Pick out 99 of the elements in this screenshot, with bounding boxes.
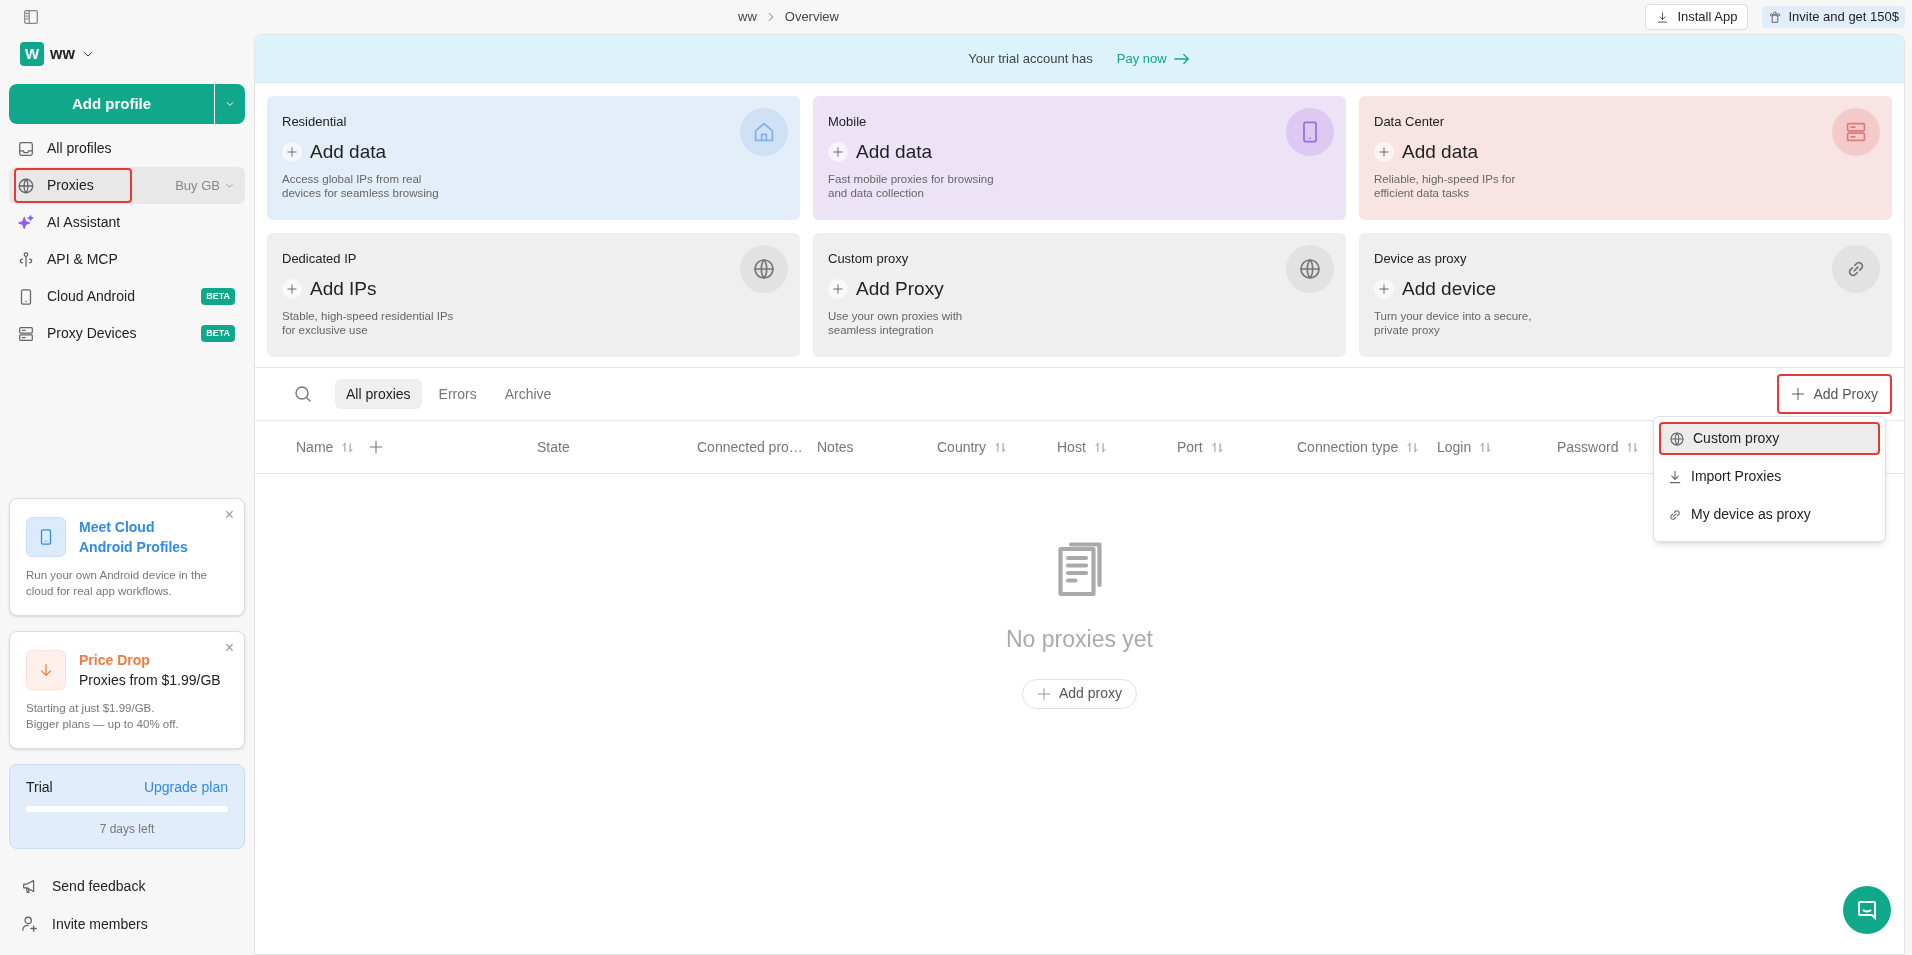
add-proxy-button[interactable]: Add Proxy [1777,374,1892,414]
person-add-icon [21,915,39,933]
beta-badge: BETA [201,324,235,343]
sort-icon [1626,440,1640,454]
sidebar-link[interactable]: Invite members [9,905,245,943]
plus-icon [1036,686,1051,701]
plus-icon [1374,278,1394,299]
workspace-name[interactable]: ww [50,42,75,66]
proxy-type-card[interactable]: Data Center Add data Reliable, high-speed IPs for efficient data tasks [1359,96,1892,220]
promo-subtitle: Proxies from $1.99/GB [79,671,221,690]
proxy-type-card[interactable]: Device as proxy Add device Turn your device into a secure, private proxy [1359,233,1892,357]
globe-icon [1669,430,1685,447]
plus-icon [282,278,302,299]
plus-icon [368,439,385,455]
card-title: Device as proxy [1374,250,1468,268]
breadcrumb-item[interactable]: ww [738,7,757,27]
sidebar-link[interactable]: Send feedback [9,867,245,905]
promo-title: Price Drop [79,651,151,670]
column-header: Notes [817,437,854,457]
banner-text: Your trial account has [968,49,1093,68]
trial-label: Trial [26,778,53,797]
column-header[interactable]: Login [1437,436,1472,458]
globe-icon [17,176,35,195]
promo-text: Starting at just $1.99/GB. Bigger plans — up to 40% off. [26,701,180,732]
card-description: Reliable, high-speed IPs for efficient data tasks [1374,172,1517,200]
add-action[interactable]: Add IPs [282,274,377,303]
column-header[interactable]: Host [1057,436,1086,458]
sort-icon [341,440,355,454]
card-description: Access global IPs from real devices for seamless browsing [282,172,440,200]
card-title: Residential [282,113,348,131]
column-header[interactable]: Connection type [1297,436,1399,458]
sort-icon [1479,440,1493,454]
workspace-avatar: W [20,42,44,66]
column-header[interactable]: Name [296,436,334,458]
beta-badge: BETA [201,287,235,306]
add-action[interactable]: Add data [1374,137,1479,166]
card-description: Stable, high-speed residential IPs for exclusive use [282,309,455,337]
plus-icon [282,141,302,162]
plus-icon [828,278,848,299]
proxy-type-card[interactable]: Custom proxy Add Proxy Use your own proxies with seamless integration [813,233,1346,357]
sidebar-item[interactable]: Proxy Devices BETA [9,315,245,352]
promo-title: Meet Cloud Android Profiles [79,518,188,557]
add-action[interactable]: Add Proxy [828,274,944,303]
empty-state-text: No proxies yet [1006,625,1153,654]
card-description: Turn your device into a secure, private proxy [1374,309,1533,337]
days-left: 7 days left [98,821,156,838]
sort-icon [1093,440,1107,454]
add-action[interactable]: Add data [282,137,387,166]
tab[interactable]: Archive [493,379,563,409]
proxy-type-card[interactable]: Residential Add data Access global IPs from real devices for seamless browsing [267,96,800,220]
tab[interactable]: Errors [427,379,488,409]
inbox-icon [17,139,35,158]
plus-icon [1791,387,1806,401]
sidebar-item[interactable]: API & MCP [9,241,245,278]
sort-icon [1406,440,1420,454]
api-icon [17,250,35,269]
plus-icon [828,141,848,162]
sort-icon [1210,440,1224,454]
invite-button[interactable]: Invite and get 150$ [1762,6,1905,28]
column-header: State [537,437,570,457]
install-app-button[interactable]: Install App [1645,4,1749,30]
column-header[interactable]: Port [1177,436,1203,458]
column-header[interactable]: Country [937,436,987,458]
column-header: Connected pro… [697,437,803,457]
card-title: Mobile [828,113,868,131]
server-icon [1844,120,1868,144]
sidebar-item[interactable]: Proxies Buy GB [9,167,245,204]
card-title: Custom proxy [828,250,910,268]
globe-icon [1298,257,1322,281]
add-action[interactable]: Add data [828,137,933,166]
globe-icon [752,257,776,281]
menu-item[interactable]: Custom proxy [1659,422,1880,455]
server-icon [17,324,35,343]
download-icon [1656,10,1670,24]
sparkle-icon [17,213,35,232]
house-icon [752,120,776,144]
plus-icon [1374,141,1394,162]
proxy-type-card[interactable]: Dedicated IP Add IPs Stable, high-speed residential IPs for exclusive use [267,233,800,357]
sidebar-item[interactable]: AI Assistant [9,204,245,241]
promo-text: Run your own Android device in the cloud for real app workflows. [26,568,208,599]
menu-item[interactable]: My device as proxy [1659,498,1880,531]
tab[interactable]: All proxies [335,379,422,409]
menu-item[interactable]: Import Proxies [1659,460,1880,493]
card-title: Dedicated IP [282,250,358,268]
chat-icon [1856,899,1878,921]
card-title: Data Center [1374,113,1446,131]
search-icon [293,384,313,404]
add-action[interactable]: Add device [1374,274,1496,303]
sidebar-item[interactable]: Cloud Android BETA [9,278,245,315]
card-description: Use your own proxies with seamless integration [828,309,964,337]
download-icon [1667,468,1683,485]
sort-icon [994,440,1008,454]
card-description: Fast mobile proxies for browsing and data collection [828,172,995,200]
column-header[interactable]: Password [1557,436,1619,458]
proxy-type-card[interactable]: Mobile Add data Fast mobile proxies for browsing and data collection [813,96,1346,220]
sidebar-item[interactable]: All profiles [9,130,245,167]
sidebar-toggle-icon [22,8,40,26]
breadcrumb-item: Overview [784,8,839,27]
people-icon [1768,10,1783,24]
